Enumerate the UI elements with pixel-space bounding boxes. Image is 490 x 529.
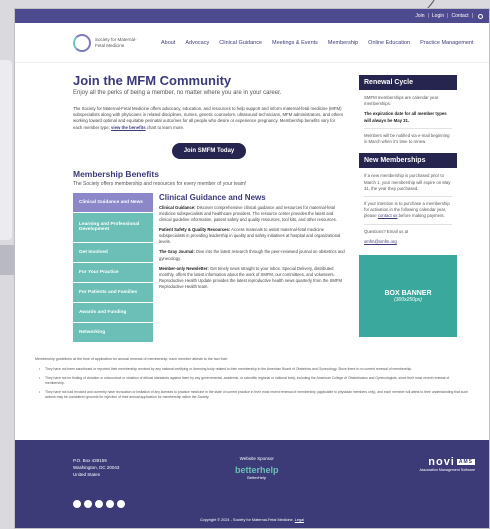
guideline-item: They have not been sanctioned or reporte… [35, 367, 469, 372]
tab-content: Clinical Guidance and News Clinical Guid… [153, 193, 345, 343]
site-footer: P.O. Box 439159 Washington, DC 20043 Uni… [15, 440, 489, 528]
renewal-cycle-title: Renewal Cycle [359, 75, 457, 90]
nav-item-practice-management[interactable]: Practice Management [420, 40, 474, 46]
contact-us-link[interactable]: contact us [378, 213, 398, 218]
nav-item-about[interactable]: About [161, 40, 175, 46]
page-title: Join the MFM Community [73, 73, 232, 88]
utility-bar: Join | Login | Contact | [15, 9, 489, 23]
site-logo[interactable]: Society for Maternal-Fetal Medicine [73, 33, 151, 52]
benefit-item: The Gray Journal: Dive into the latest r… [159, 249, 345, 261]
logo-text: Society for Maternal-Fetal Medicine [95, 37, 137, 48]
email-paragraph: smfm@smfm.org [359, 239, 457, 245]
tab-networking[interactable]: Networking [73, 322, 153, 343]
tab-get-involved[interactable]: Get Involved [73, 242, 153, 263]
guideline-item: They have not had revoked and currently … [35, 390, 469, 400]
tab-for-your-practice[interactable]: For Your Practice [73, 262, 153, 283]
facebook-icon[interactable] [73, 500, 81, 508]
box-banner-ad[interactable]: BOX BANNER (300x250px) [359, 255, 457, 338]
sponsor-logo[interactable]: betterhelp [235, 465, 279, 475]
join-smfm-button[interactable]: Join SMFM Today [172, 142, 246, 159]
benefits-tabs: Clinical Guidance and News Learning and … [73, 192, 153, 343]
sidebar: Renewal Cycle SMFM memberships are calen… [359, 63, 457, 343]
copyright: Copyright © 2024 - Society for Maternal-… [199, 518, 305, 522]
background-window-edge [0, 60, 12, 240]
page-subtitle: Enjoy all the perks of being a member, n… [73, 90, 282, 96]
intro-paragraph: The Society for Maternal-Fetal Medicine … [73, 106, 344, 130]
youtube-icon[interactable] [117, 500, 125, 508]
new-memberships-title: New Memberships [359, 153, 457, 169]
search-icon[interactable] [478, 13, 483, 19]
main-nav: About Advocacy Clinical Guidance Meeting… [161, 40, 474, 46]
renewal-expiration: The expiration date for all member types… [364, 111, 447, 123]
benefits-subtitle: The Society offers membership and resour… [73, 180, 247, 187]
background-window-edge-lower [0, 245, 14, 275]
divider [364, 223, 452, 225]
twitter-icon[interactable] [84, 500, 92, 508]
sponsor-tag: BetterHelp [247, 475, 267, 480]
legal-link[interactable]: Legal [295, 518, 304, 522]
linkedin-icon[interactable] [95, 500, 103, 508]
benefit-item: Member-only Newsletter: Get timely news … [159, 265, 342, 289]
divider [364, 195, 452, 197]
benefit-item: Clinical Guidance: Discover comprehensiv… [159, 204, 337, 223]
logo-mark-icon [73, 33, 91, 52]
banner-size: (300x250px) [394, 296, 422, 303]
join-link[interactable]: Join [415, 13, 424, 19]
main-area: Join the MFM Community Enjoy all the per… [15, 63, 489, 343]
renewal-text: SMFM memberships are calendar year membe… [364, 95, 439, 107]
benefit-item: Patient Safety & Quality Resources: Acce… [159, 227, 341, 245]
new-membership-text-2: If your intention is to purchase a membe… [364, 200, 450, 219]
membership-guidelines: Membership guidelines at the time of app… [15, 343, 489, 400]
nav-item-membership[interactable]: Membership [328, 40, 358, 46]
login-link[interactable]: Login [432, 13, 444, 19]
footer-address: P.O. Box 439159 Washington, DC 20043 Uni… [73, 458, 120, 477]
guidelines-title: Membership guidelines at the time of app… [35, 356, 228, 361]
divider [364, 127, 452, 129]
website-sponsor: Website Sponsor betterhelp BetterHelp [235, 456, 279, 480]
email-link[interactable]: smfm@smfm.org [364, 239, 397, 244]
nav-item-clinical-guidance[interactable]: Clinical Guidance [219, 40, 262, 46]
nav-item-meetings-events[interactable]: Meetings & Events [272, 40, 318, 46]
novi-logo[interactable]: novi AMS Association Management Software [419, 456, 475, 472]
tab-learning[interactable]: Learning and Professional Development [73, 212, 153, 243]
nav-item-advocacy[interactable]: Advocacy [185, 40, 209, 46]
contact-link[interactable]: Contact [451, 13, 468, 19]
social-links [73, 500, 125, 508]
main-content: Join the MFM Community Enjoy all the per… [73, 63, 345, 343]
tab-for-patients[interactable]: For Patients and Families [73, 282, 153, 303]
banner-title: BOX BANNER [384, 289, 432, 297]
new-membership-text: If a new membership is purchased prior t… [364, 173, 451, 191]
tab-awards[interactable]: Awards and Funding [73, 302, 153, 323]
browser-page: Join | Login | Contact | Society for Mat… [14, 8, 490, 529]
renewal-notice: Members will be notified via e-mail begi… [364, 132, 450, 145]
site-header: Society for Maternal-Fetal Medicine Abou… [15, 23, 489, 63]
benefits-panel: Clinical Guidance and News Learning and … [73, 192, 345, 343]
tab-clinical-guidance[interactable]: Clinical Guidance and News [73, 192, 153, 213]
guideline-item: They have not be finding of violation or… [35, 376, 469, 386]
benefits-chart-link[interactable]: view the benefits [111, 125, 146, 130]
sponsor-label: Website Sponsor [239, 456, 274, 461]
nav-item-online-education[interactable]: Online Education [368, 40, 410, 46]
questions-text: Questions? Email us at [364, 228, 409, 234]
instagram-icon[interactable] [106, 500, 114, 508]
benefits-title: Membership Benefits [73, 168, 159, 179]
tab-content-title: Clinical Guidance and News [159, 192, 266, 202]
